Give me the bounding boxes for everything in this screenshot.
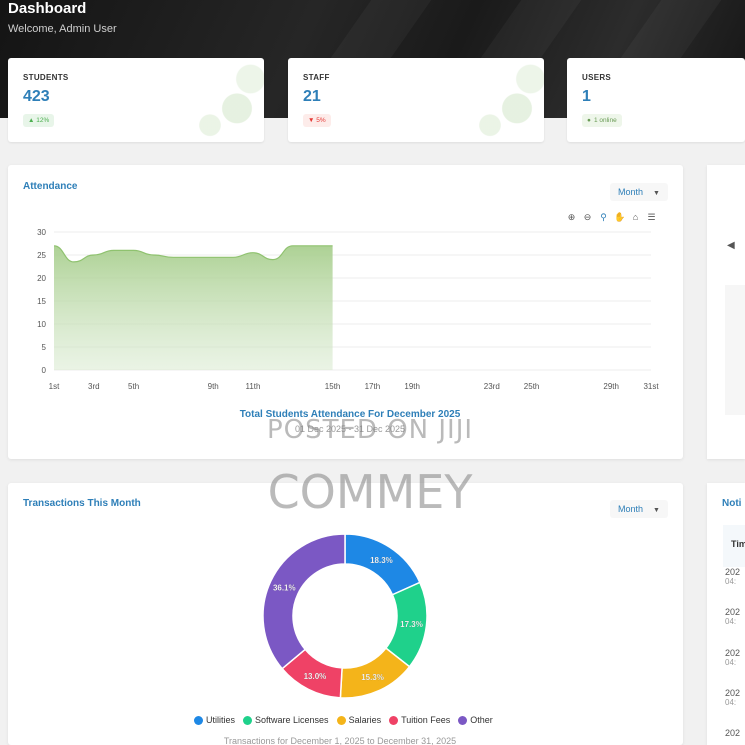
legend-label: Utilities [206,715,236,725]
legend-dot [243,715,253,725]
notice-date: 202 [725,688,741,698]
carousel-prev-icon[interactable]: ◀ [727,240,735,251]
notice-row[interactable]: 202 [725,728,745,738]
watermark-line1: POSTED ON JIJI [266,415,474,445]
notice-date: 202 [725,648,741,658]
legend-item-other[interactable]: Other [458,715,493,725]
notice-time: 04: [725,698,737,707]
legend-item-tuition-fees[interactable]: Tuition Fees [389,715,450,725]
legend-label: Tuition Fees [401,715,451,725]
slice-value-label: 13.0% [304,672,327,681]
legend-label: Software Licenses [255,715,329,725]
carousel-slide [725,285,745,415]
notice-date: 202 [725,567,741,577]
transactions-donut-chart: 18.3% 17.3% 15.3% 13.0% 36.1% [262,533,428,699]
slice-value-label: 15.3% [361,673,384,682]
notice-date: 202 [725,607,741,617]
legend-item-salaries[interactable]: Salaries [336,715,382,725]
notice-row[interactable]: 202 04: [725,688,745,707]
legend-label: Other [470,715,493,725]
notices-header: Tim [723,525,745,567]
slice-value-label: 18.3% [370,556,393,565]
watermark-line2: COMMEY [267,465,473,519]
transactions-subtitle: Transactions for December 1, 2025 to Dec… [223,736,457,745]
donut-slice-other[interactable] [262,533,346,670]
time-column-header: Tim [731,539,745,549]
notice-time: 04: [725,658,737,667]
legend-item-software-licenses[interactable]: Software Licenses [243,715,329,725]
notice-row[interactable]: 202 04: [725,607,745,626]
donut-legend: Utilities Software Licenses Salaries Tui… [194,715,493,725]
legend-label: Salaries [348,715,382,725]
notice-date: 202 [725,728,741,738]
legend-dot [389,715,399,725]
legend-dot [336,715,346,725]
notice-row[interactable]: 202 04: [725,648,745,667]
slice-value-label: 36.1% [273,584,296,593]
legend-item-utilities[interactable]: Utilities [194,715,235,725]
notices-title: Noti [722,498,742,509]
legend-dot [458,715,468,725]
notice-time: 04: [725,577,737,586]
notice-time: 04: [725,617,737,626]
slice-value-label: 17.3% [400,620,423,629]
carousel-card: ◀ [707,165,745,459]
notice-row[interactable]: 202 04: [725,567,745,586]
legend-dot [194,715,203,725]
